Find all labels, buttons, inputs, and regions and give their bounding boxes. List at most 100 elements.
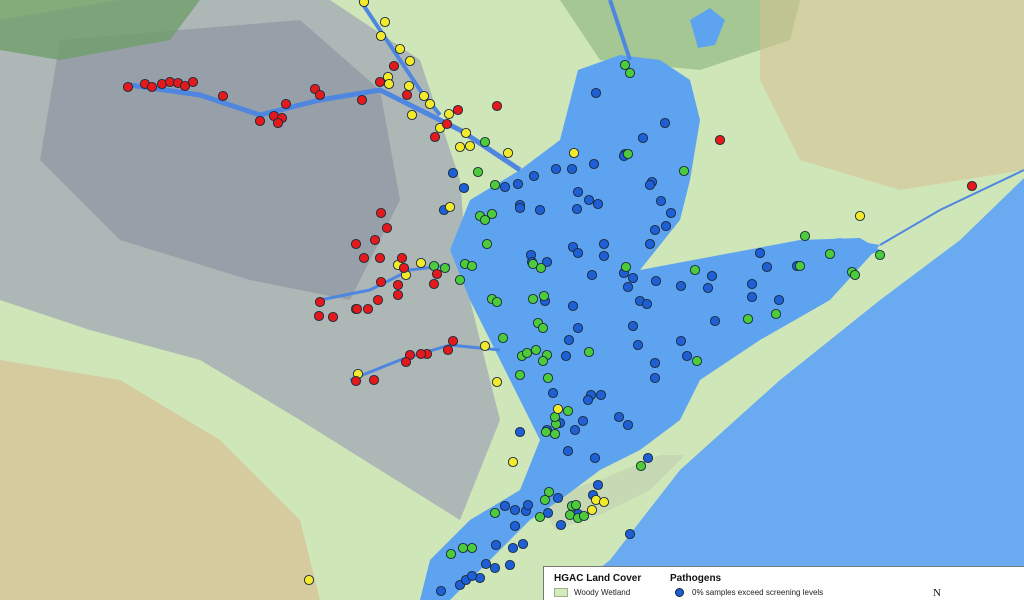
- site-marker-green[interactable]: [691, 355, 703, 367]
- site-marker-blue[interactable]: [547, 387, 559, 399]
- site-marker-blue[interactable]: [560, 350, 572, 362]
- site-marker-green[interactable]: [622, 148, 634, 160]
- site-marker-blue[interactable]: [702, 282, 714, 294]
- site-marker-red[interactable]: [392, 289, 404, 301]
- site-marker-blue[interactable]: [746, 291, 758, 303]
- site-marker-blue[interactable]: [706, 270, 718, 282]
- site-marker-red[interactable]: [369, 234, 381, 246]
- site-marker-red[interactable]: [313, 310, 325, 322]
- site-marker-red[interactable]: [491, 100, 503, 112]
- site-marker-red[interactable]: [441, 118, 453, 130]
- site-marker-blue[interactable]: [649, 372, 661, 384]
- site-marker-red[interactable]: [314, 89, 326, 101]
- site-marker-yellow[interactable]: [491, 376, 503, 388]
- site-marker-blue[interactable]: [534, 204, 546, 216]
- site-marker-blue[interactable]: [613, 411, 625, 423]
- site-marker-blue[interactable]: [586, 269, 598, 281]
- site-marker-green[interactable]: [454, 274, 466, 286]
- site-marker-blue[interactable]: [592, 479, 604, 491]
- site-marker-red[interactable]: [146, 81, 158, 93]
- site-marker-red[interactable]: [372, 294, 384, 306]
- site-marker-red[interactable]: [358, 252, 370, 264]
- site-marker-yellow[interactable]: [418, 90, 430, 102]
- site-marker-blue[interactable]: [435, 585, 447, 597]
- site-marker-green[interactable]: [479, 136, 491, 148]
- site-marker-red[interactable]: [350, 238, 362, 250]
- site-marker-yellow[interactable]: [375, 30, 387, 42]
- site-marker-blue[interactable]: [622, 419, 634, 431]
- site-marker-blue[interactable]: [665, 207, 677, 219]
- site-marker-blue[interactable]: [598, 250, 610, 262]
- site-marker-blue[interactable]: [637, 132, 649, 144]
- site-marker-red[interactable]: [375, 207, 387, 219]
- site-marker-blue[interactable]: [588, 158, 600, 170]
- site-marker-green[interactable]: [491, 296, 503, 308]
- site-marker-green[interactable]: [635, 460, 647, 472]
- site-marker-red[interactable]: [217, 90, 229, 102]
- site-marker-yellow[interactable]: [568, 147, 580, 159]
- site-marker-blue[interactable]: [642, 452, 654, 464]
- site-marker-blue[interactable]: [569, 424, 581, 436]
- site-marker-yellow[interactable]: [404, 55, 416, 67]
- site-marker-green[interactable]: [570, 499, 582, 511]
- site-marker-red[interactable]: [280, 98, 292, 110]
- site-marker-yellow[interactable]: [460, 127, 472, 139]
- site-marker-green[interactable]: [539, 494, 551, 506]
- site-marker-green[interactable]: [562, 405, 574, 417]
- site-marker-green[interactable]: [489, 507, 501, 519]
- site-marker-blue[interactable]: [514, 202, 526, 214]
- site-marker-yellow[interactable]: [303, 574, 315, 586]
- site-marker-yellow[interactable]: [479, 340, 491, 352]
- site-marker-blue[interactable]: [509, 504, 521, 516]
- site-marker-yellow[interactable]: [443, 108, 455, 120]
- site-marker-blue[interactable]: [509, 520, 521, 532]
- site-marker-yellow[interactable]: [406, 109, 418, 121]
- site-marker-red[interactable]: [428, 278, 440, 290]
- site-marker-blue[interactable]: [517, 538, 529, 550]
- site-marker-yellow[interactable]: [552, 403, 564, 415]
- site-marker-red[interactable]: [254, 115, 266, 127]
- site-marker-red[interactable]: [187, 76, 199, 88]
- site-marker-blue[interactable]: [589, 452, 601, 464]
- site-marker-blue[interactable]: [447, 167, 459, 179]
- site-marker-blue[interactable]: [480, 558, 492, 570]
- site-marker-red[interactable]: [374, 76, 386, 88]
- site-marker-yellow[interactable]: [383, 78, 395, 90]
- site-marker-red[interactable]: [714, 134, 726, 146]
- site-marker-blue[interactable]: [649, 357, 661, 369]
- site-marker-blue[interactable]: [572, 322, 584, 334]
- site-marker-green[interactable]: [619, 59, 631, 71]
- site-marker-yellow[interactable]: [379, 16, 391, 28]
- site-marker-green[interactable]: [514, 369, 526, 381]
- site-marker-yellow[interactable]: [507, 456, 519, 468]
- site-marker-green[interactable]: [538, 290, 550, 302]
- site-marker-green[interactable]: [537, 355, 549, 367]
- site-marker-blue[interactable]: [632, 339, 644, 351]
- site-marker-red[interactable]: [122, 81, 134, 93]
- site-marker-red[interactable]: [392, 279, 404, 291]
- site-marker-green[interactable]: [466, 542, 478, 554]
- site-marker-blue[interactable]: [644, 238, 656, 250]
- site-marker-blue[interactable]: [590, 87, 602, 99]
- site-marker-blue[interactable]: [641, 298, 653, 310]
- site-marker-red[interactable]: [396, 252, 408, 264]
- site-marker-yellow[interactable]: [415, 257, 427, 269]
- site-marker-red[interactable]: [356, 94, 368, 106]
- site-marker-red[interactable]: [375, 276, 387, 288]
- site-marker-blue[interactable]: [624, 528, 636, 540]
- site-marker-blue[interactable]: [458, 182, 470, 194]
- site-marker-green[interactable]: [535, 262, 547, 274]
- site-marker-green[interactable]: [794, 260, 806, 272]
- site-marker-blue[interactable]: [528, 170, 540, 182]
- site-marker-red[interactable]: [429, 131, 441, 143]
- site-marker-green[interactable]: [824, 248, 836, 260]
- site-marker-blue[interactable]: [499, 181, 511, 193]
- site-marker-green[interactable]: [874, 249, 886, 261]
- site-marker-blue[interactable]: [592, 198, 604, 210]
- site-marker-red[interactable]: [272, 117, 284, 129]
- site-marker-red[interactable]: [374, 252, 386, 264]
- site-marker-red[interactable]: [381, 222, 393, 234]
- site-marker-green[interactable]: [542, 372, 554, 384]
- site-marker-blue[interactable]: [572, 247, 584, 259]
- site-marker-green[interactable]: [770, 308, 782, 320]
